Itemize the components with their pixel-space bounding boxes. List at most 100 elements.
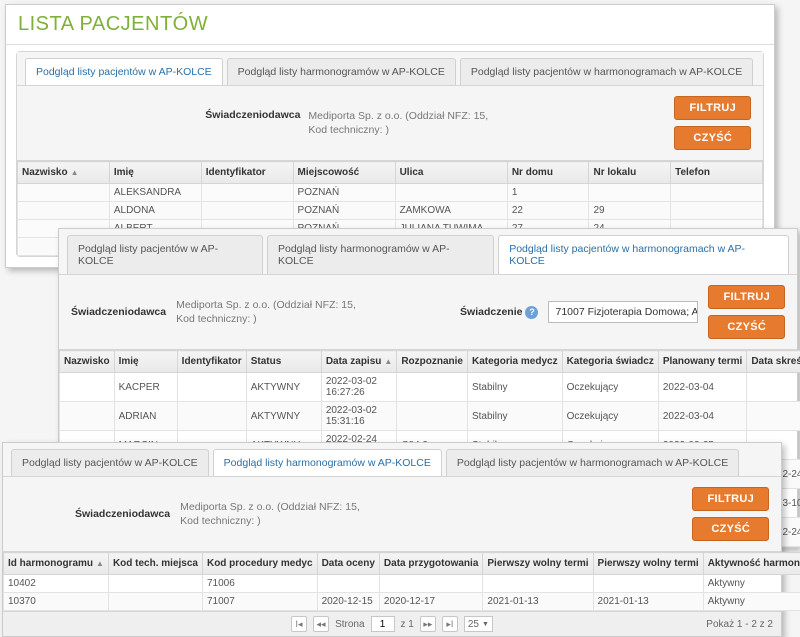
col-header[interactable]: Data oceny: [317, 553, 379, 575]
table-row[interactable]: ADRIANAKTYWNY2022-03-0215:31:16StabilnyO…: [60, 402, 800, 431]
pager-next-icon[interactable]: ▸▸: [420, 616, 436, 632]
cell: 2022-03-0215:31:16: [321, 402, 397, 431]
col-header[interactable]: Nazwisko▲: [18, 162, 110, 184]
panel-inner: Podgląd listy pacjentów w AP-KOLCE Podgl…: [16, 51, 764, 257]
table-row[interactable]: ALDONAPOZNAŃZAMKOWA2229: [18, 202, 763, 220]
table-row[interactable]: ALEKSANDRAPOZNAŃ1: [18, 184, 763, 202]
tab-patients-in-schedules[interactable]: Podgląd listy pacjentów w harmonogramach…: [460, 58, 753, 85]
service-select[interactable]: 71007 Fizjoterapia Domowa; A▼: [548, 301, 698, 323]
cell: Stabilny: [467, 402, 562, 431]
cell: 2022-03-04: [658, 373, 746, 402]
pager: I◂ ◂◂ Strona z 1 ▸▸ ▸I 25▼ Pokaż 1 - 2 z…: [3, 611, 781, 636]
col-header[interactable]: Identyfikator: [177, 351, 246, 373]
col-header[interactable]: Nazwisko: [60, 351, 115, 373]
clear-button[interactable]: CZYŚĆ: [692, 517, 769, 541]
tab-patients[interactable]: Podgląd listy pacjentów w AP-KOLCE: [67, 235, 263, 274]
cell: 10402: [4, 575, 109, 593]
cell: [177, 402, 246, 431]
col-header[interactable]: Data skreślenia: [747, 351, 800, 373]
pager-prev-icon[interactable]: ◂◂: [313, 616, 329, 632]
cell: [201, 184, 293, 202]
cell: 2022-03-0216:27:26: [321, 373, 397, 402]
cell: [18, 202, 110, 220]
provider-label: Świadczeniodawca: [75, 508, 170, 520]
cell: [671, 202, 763, 220]
col-header[interactable]: Id harmonogramu▲: [4, 553, 109, 575]
provider-value: Mediporta Sp. z o.o. (Oddział NFZ: 15,Ko…: [176, 298, 356, 326]
cell: [60, 402, 115, 431]
col-header[interactable]: Kod tech. miejsca: [108, 553, 202, 575]
sort-asc-icon: ▲: [96, 559, 104, 568]
col-header[interactable]: Status: [246, 351, 321, 373]
provider-value: Mediporta Sp. z o.o. (Oddział NFZ: 15,Ko…: [308, 109, 488, 137]
cell: ALEKSANDRA: [109, 184, 201, 202]
filter-button[interactable]: FILTRUJ: [692, 487, 769, 511]
cell: ALDONA: [109, 202, 201, 220]
col-header[interactable]: Kategoria medycz: [467, 351, 562, 373]
tab-patients[interactable]: Podgląd listy pacjentów w AP-KOLCE: [25, 58, 223, 85]
col-header[interactable]: Telefon: [671, 162, 763, 184]
pager-first-icon[interactable]: I◂: [291, 616, 307, 632]
filter-button[interactable]: FILTRUJ: [708, 285, 785, 309]
col-header[interactable]: Data przygotowania: [379, 553, 482, 575]
tab-patients[interactable]: Podgląd listy pacjentów w AP-KOLCE: [11, 449, 209, 476]
cell: [18, 184, 110, 202]
clear-button[interactable]: CZYŚĆ: [708, 315, 785, 339]
filter-row: Świadczeniodawca Mediporta Sp. z o.o. (O…: [59, 275, 797, 350]
provider-label: Świadczeniodawca: [205, 109, 300, 137]
col-header[interactable]: Nr domu: [507, 162, 589, 184]
tabs: Podgląd listy pacjentów w AP-KOLCE Podgl…: [59, 229, 797, 275]
cell: [747, 373, 800, 402]
tab-schedules[interactable]: Podgląd listy harmonogramów w AP-KOLCE: [267, 235, 494, 274]
col-header[interactable]: Planowany termi: [658, 351, 746, 373]
cell: [397, 402, 468, 431]
pager-last-icon[interactable]: ▸I: [442, 616, 458, 632]
tab-schedules[interactable]: Podgląd listy harmonogramów w AP-KOLCE: [213, 449, 442, 476]
cell: [108, 575, 202, 593]
col-header[interactable]: Imię: [114, 351, 177, 373]
col-header[interactable]: Nr lokalu: [589, 162, 671, 184]
col-header[interactable]: Kod procedury medyc: [202, 553, 317, 575]
page-title: LISTA PACJENTÓW: [6, 5, 774, 42]
pager-summary: Pokaż 1 - 2 z 2: [706, 619, 773, 630]
cell: 2022-03-04: [658, 402, 746, 431]
cell: [483, 575, 593, 593]
provider-label: Świadczeniodawca: [71, 306, 166, 318]
col-header[interactable]: Pierwszy wolny termi: [593, 553, 703, 575]
cell: [671, 184, 763, 202]
col-header[interactable]: Rozpoznanie: [397, 351, 468, 373]
cell: Stabilny: [467, 373, 562, 402]
divider: [6, 44, 774, 45]
col-header[interactable]: Aktywność harmonog: [703, 553, 800, 575]
pager-page-input[interactable]: [371, 616, 395, 632]
col-header[interactable]: Identyfikator: [201, 162, 293, 184]
table-row[interactable]: KACPERAKTYWNY2022-03-0216:27:26StabilnyO…: [60, 373, 800, 402]
table-row[interactable]: 1040271006Aktywny: [4, 575, 800, 593]
cell: [593, 575, 703, 593]
col-header[interactable]: Ulica: [395, 162, 507, 184]
tab-patients-in-schedules[interactable]: Podgląd listy pacjentów w harmonogramach…: [446, 449, 739, 476]
cell: POZNAŃ: [293, 202, 395, 220]
sort-asc-icon: ▲: [384, 357, 392, 366]
schedules-table: Id harmonogramu▲Kod tech. miejscaKod pro…: [3, 552, 800, 611]
col-header[interactable]: Pierwszy wolny termi: [483, 553, 593, 575]
tabs: Podgląd listy pacjentów w AP-KOLCE Podgl…: [17, 52, 763, 86]
col-header[interactable]: Miejscowość: [293, 162, 395, 184]
tab-patients-in-schedules[interactable]: Podgląd listy pacjentów w harmonogramach…: [498, 235, 789, 274]
cell: [395, 184, 507, 202]
pager-size-select[interactable]: 25▼: [464, 616, 493, 632]
clear-button[interactable]: CZYŚĆ: [674, 126, 751, 150]
cell: Oczekujący: [562, 402, 658, 431]
cell: POZNAŃ: [293, 184, 395, 202]
provider-value: Mediporta Sp. z o.o. (Oddział NFZ: 15,Ko…: [180, 500, 360, 528]
col-header[interactable]: Kategoria świadcz: [562, 351, 658, 373]
help-icon[interactable]: ?: [525, 306, 538, 319]
cell: Aktywny: [703, 575, 800, 593]
col-header[interactable]: Imię: [109, 162, 201, 184]
tab-schedules[interactable]: Podgląd listy harmonogramów w AP-KOLCE: [227, 58, 456, 85]
cell: KACPER: [114, 373, 177, 402]
col-header[interactable]: Data zapisu▲: [321, 351, 397, 373]
cell: [589, 184, 671, 202]
cell: 22: [507, 202, 589, 220]
filter-button[interactable]: FILTRUJ: [674, 96, 751, 120]
